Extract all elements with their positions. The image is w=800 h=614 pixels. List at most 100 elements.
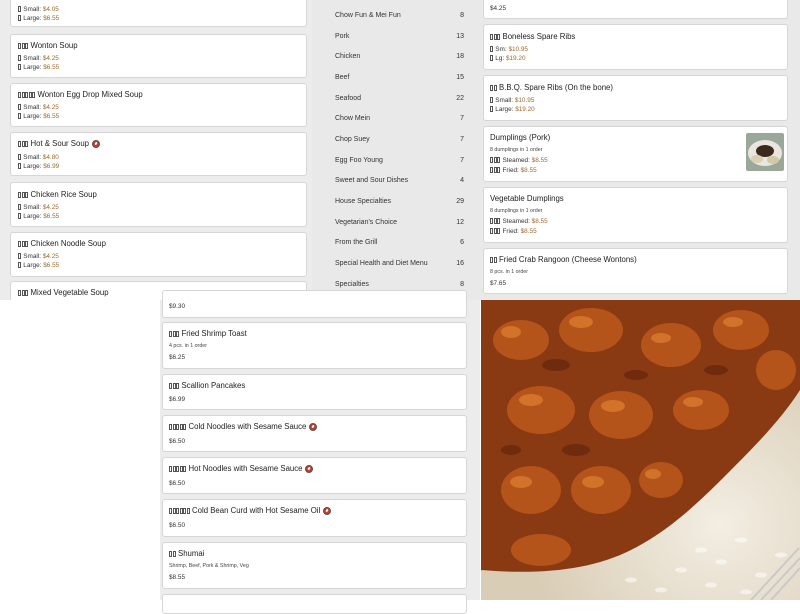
category-item[interactable]: Egg Foo Young 7	[312, 151, 480, 171]
item-description: 8 dumplings in 1 order	[490, 208, 543, 214]
menu-item-card[interactable]: B.B.Q. Spare Ribs (On the bone) Small: $…	[483, 75, 788, 121]
price-small: Small: $4.05	[18, 6, 59, 13]
blank-area	[0, 300, 160, 600]
menu-item-card[interactable]: Wonton Soup Small: $4.25 Large: $6.55	[10, 34, 307, 78]
item-title: B.B.Q. Spare Ribs (On the bone)	[490, 83, 613, 92]
price-steamed: Steamed: $8.55	[490, 218, 548, 225]
menu-item-card[interactable]: Fried Crab Rangoon (Cheese Wontons) 8 pc…	[483, 248, 788, 294]
price-large: Large: $6.55	[18, 262, 59, 269]
item-price: $7.65	[490, 280, 506, 287]
menu-item-card[interactable]: $9.30	[162, 290, 467, 318]
category-count: 7	[460, 115, 464, 122]
item-title: Hot Noodles with Sesame Sauce	[169, 464, 314, 473]
menu-item-card[interactable]: Small: $4.05 Large: $6.55	[10, 0, 307, 27]
menu-item-card[interactable]: Hot & Sour Soup Small: $4.80 Large: $6.9…	[10, 132, 307, 176]
category-item[interactable]: From the Grill 6	[312, 233, 480, 253]
item-price: $6.50	[169, 438, 185, 445]
appetizer-panel: $4.25 Boneless Spare Ribs Sm: $10.95 Lg:…	[480, 0, 800, 300]
item-title: Cold Noodles with Sesame Sauce	[169, 422, 318, 431]
item-title: Wonton Soup	[18, 41, 78, 50]
category-item[interactable]: Special Health and Diet Menu 16	[312, 254, 480, 274]
price-large: Large: $6.55	[18, 15, 59, 22]
category-item[interactable]: Chicken 18	[312, 47, 480, 67]
item-description: 8 pcs. in 1 order	[490, 269, 528, 275]
menu-item-card[interactable]	[162, 594, 467, 614]
menu-item-card[interactable]: $4.25	[483, 0, 788, 19]
category-item[interactable]: Chop Suey 7	[312, 130, 480, 150]
category-count: 16	[456, 260, 464, 267]
category-count: 6	[460, 239, 464, 246]
menu-item-card[interactable]: Dumplings (Pork) 8 dumplings in 1 order …	[483, 126, 788, 182]
item-title: Cold Bean Curd with Hot Sesame Oil	[169, 506, 332, 515]
category-label: Chow Mein	[335, 115, 371, 122]
price-large: Large: $6.55	[18, 113, 59, 120]
category-label: Chicken	[335, 53, 361, 60]
chili-pepper-icon	[309, 422, 318, 431]
menu-item-card[interactable]: Chicken Rice Soup Small: $4.25 Large: $6…	[10, 182, 307, 227]
price-large: Large: $19.20	[490, 106, 535, 113]
category-label: Beef	[335, 74, 350, 81]
item-title: Scallion Pancakes	[169, 381, 245, 390]
dumplings-thumbnail[interactable]	[746, 133, 784, 171]
item-title: Fried Crab Rangoon (Cheese Wontons)	[490, 255, 637, 264]
category-item[interactable]: Pork 13	[312, 27, 480, 47]
item-title: Chicken Rice Soup	[18, 190, 97, 199]
category-item[interactable]: Beef 15	[312, 68, 480, 88]
price-fried: Fried: $8.55	[490, 228, 537, 235]
item-title: Shumai	[169, 549, 204, 558]
category-item[interactable]: Vegetarian's Choice 12	[312, 213, 480, 233]
item-price: $6.25	[169, 354, 185, 361]
category-count: 7	[460, 157, 464, 164]
menu-item-card[interactable]: Wonton Egg Drop Mixed Soup Small: $4.25 …	[10, 83, 307, 127]
price-small: Sm: $10.95	[490, 46, 528, 53]
category-item[interactable]: Chow Mein 7	[312, 109, 480, 129]
category-label: Egg Foo Young	[335, 157, 383, 164]
price-large: Large: $6.55	[18, 213, 59, 220]
category-list: Chow Fun & Mei Fun 8 Pork 13 Chicken 18 Bee…	[312, 0, 480, 300]
category-count: 8	[460, 12, 464, 19]
category-count: 15	[456, 74, 464, 81]
price-small: Small: $4.25	[18, 204, 59, 211]
chili-pepper-icon	[305, 464, 314, 473]
item-title: Hot & Sour Soup	[18, 139, 101, 148]
category-label: Sweet and Sour Dishes	[335, 177, 409, 184]
menu-item-card[interactable]: Boneless Spare Ribs Sm: $10.95 Lg: $19.2…	[483, 24, 788, 70]
chili-pepper-icon	[92, 139, 101, 148]
category-item[interactable]: Seafood 22	[312, 89, 480, 109]
soup-menu-panel: Small: $4.05 Large: $6.55 Wonton Soup Sm…	[0, 0, 312, 311]
category-count: 29	[456, 198, 464, 205]
category-label: Vegetarian's Choice	[335, 219, 398, 226]
category-label: House Specialties	[335, 198, 392, 205]
price-steamed: Steamed: $8.55	[490, 157, 548, 164]
price-large: Large: $6.55	[18, 64, 59, 71]
category-item[interactable]: House Specialties 29	[312, 192, 480, 212]
menu-item-card[interactable]: Cold Bean Curd with Hot Sesame Oil $6.50	[162, 499, 467, 537]
menu-item-card[interactable]: Scallion Pancakes $6.99	[162, 374, 467, 410]
menu-item-card[interactable]: Cold Noodles with Sesame Sauce $6.50	[162, 415, 467, 452]
item-title: Fried Shrimp Toast	[169, 329, 247, 338]
item-title: Wonton Egg Drop Mixed Soup	[18, 90, 143, 99]
price-small: Small: $4.25	[18, 253, 59, 260]
category-item[interactable]: Sweet and Sour Dishes 4	[312, 171, 480, 191]
item-price: $6.50	[169, 522, 185, 529]
category-item[interactable]: Chow Fun & Mei Fun 8	[312, 6, 480, 26]
menu-item-card[interactable]: Shumai Shrimp, Beef, Pork & Shrimp, Veg …	[162, 542, 467, 589]
item-title: Dumplings (Pork)	[490, 133, 551, 142]
category-count: 18	[456, 53, 464, 60]
item-title: Vegetable Dumplings	[490, 194, 564, 203]
menu-item-card[interactable]: Fried Shrimp Toast 4 pcs. in 1 order $6.…	[162, 322, 467, 369]
chili-pepper-icon	[323, 506, 332, 515]
menu-item-card[interactable]: Vegetable Dumplings 8 dumplings in 1 ord…	[483, 187, 788, 243]
category-label: From the Grill	[335, 239, 378, 246]
item-price: $8.55	[169, 574, 185, 581]
item-title: Chicken Noodle Soup	[18, 239, 106, 248]
item-description: Shrimp, Beef, Pork & Shrimp, Veg	[169, 563, 249, 569]
category-label: Chow Fun & Mei Fun	[335, 12, 401, 19]
price-large: Lg: $19.20	[490, 55, 526, 62]
category-count: 22	[456, 95, 464, 102]
general-tso-chicken-photo	[481, 300, 800, 600]
price-large: Large: $6.99	[18, 163, 59, 170]
category-label: Seafood	[335, 95, 362, 102]
menu-item-card[interactable]: Hot Noodles with Sesame Sauce $6.50	[162, 457, 467, 494]
menu-item-card[interactable]: Chicken Noodle Soup Small: $4.25 Large: …	[10, 232, 307, 277]
